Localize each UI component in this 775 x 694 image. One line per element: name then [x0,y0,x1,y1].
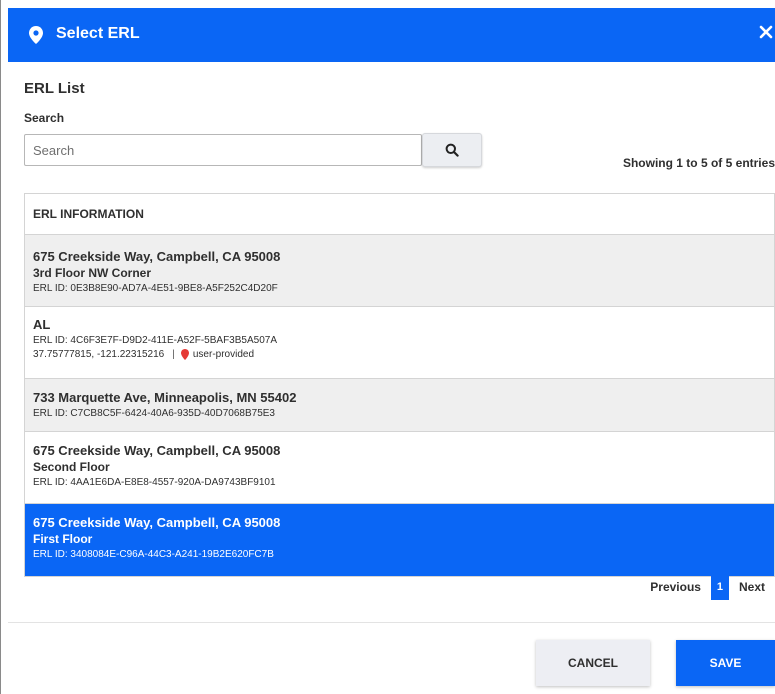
previous-page-button[interactable]: Previous [650,580,701,594]
save-button[interactable]: SAVE [676,640,775,686]
erl-coordinates: 37.75777815, -121.22315216 | user-provid… [33,349,766,360]
erl-address: AL [33,317,51,332]
window-edge [0,0,1,694]
entries-count: Showing 1 to 5 of 5 entries [622,156,775,170]
select-erl-dialog: Select ERL ERL List Search Showing 1 to … [8,8,775,694]
coordinate-source: user-provided [192,349,255,360]
erl-location: Second Floor [33,460,110,474]
erl-location: 3rd Floor NW Corner [33,266,152,280]
search-label: Search [24,111,65,125]
pagination: Previous 1 Next [650,574,765,600]
erl-location: First Floor [33,532,93,546]
erl-id: ERL ID: 4C6F3E7F-D9D2-411E-A52F-5BAF3B5A… [33,335,277,346]
erl-table: ERL INFORMATION 675 Creekside Way, Campb… [24,193,775,577]
separator: | [172,349,175,360]
next-page-button[interactable]: Next [739,580,765,594]
search-button[interactable] [422,133,482,167]
erl-address: 675 Creekside Way, Campbell, CA 95008 [33,515,281,530]
erl-row-selected[interactable]: 675 Creekside Way, Campbell, CA 95008 Fi… [25,504,774,576]
section-title: ERL List [24,80,85,97]
erl-address: 675 Creekside Way, Campbell, CA 95008 [33,249,281,264]
erl-row[interactable]: 733 Marquette Ave, Minneapolis, MN 55402… [25,379,774,432]
dialog-header: Select ERL [8,8,775,62]
search-input[interactable] [24,134,422,166]
cancel-button[interactable]: CANCEL [536,640,650,686]
close-icon[interactable] [755,20,775,44]
erl-id: ERL ID: 4AA1E6DA-E8E8-4557-920A-DA9743BF… [33,477,276,488]
erl-address: 675 Creekside Way, Campbell, CA 95008 [33,443,281,458]
coordinates-text: 37.75777815, -121.22315216 [33,349,165,360]
dialog-title: Select ERL [56,25,140,42]
erl-row[interactable]: AL ERL ID: 4C6F3E7F-D9D2-411E-A52F-5BAF3… [25,307,774,379]
erl-id: ERL ID: 3408084E-C96A-44C3-A241-19B2E620… [33,549,274,560]
erl-row[interactable]: 675 Creekside Way, Campbell, CA 95008 Se… [25,432,774,504]
erl-id: ERL ID: 0E3B8E90-AD7A-4E51-9BE8-A5F252C4… [33,283,278,294]
map-pin-icon [29,26,43,44]
erl-id: ERL ID: C7CB8C5F-6424-40A6-935D-40D7068B… [33,408,275,419]
table-header: ERL INFORMATION [25,194,774,235]
footer-divider [8,622,775,623]
search-icon [445,143,459,157]
erl-row[interactable]: 675 Creekside Way, Campbell, CA 95008 3r… [25,235,774,307]
erl-address: 733 Marquette Ave, Minneapolis, MN 55402 [33,390,297,405]
page-number-button[interactable]: 1 [710,574,729,600]
location-pin-icon [180,349,189,360]
